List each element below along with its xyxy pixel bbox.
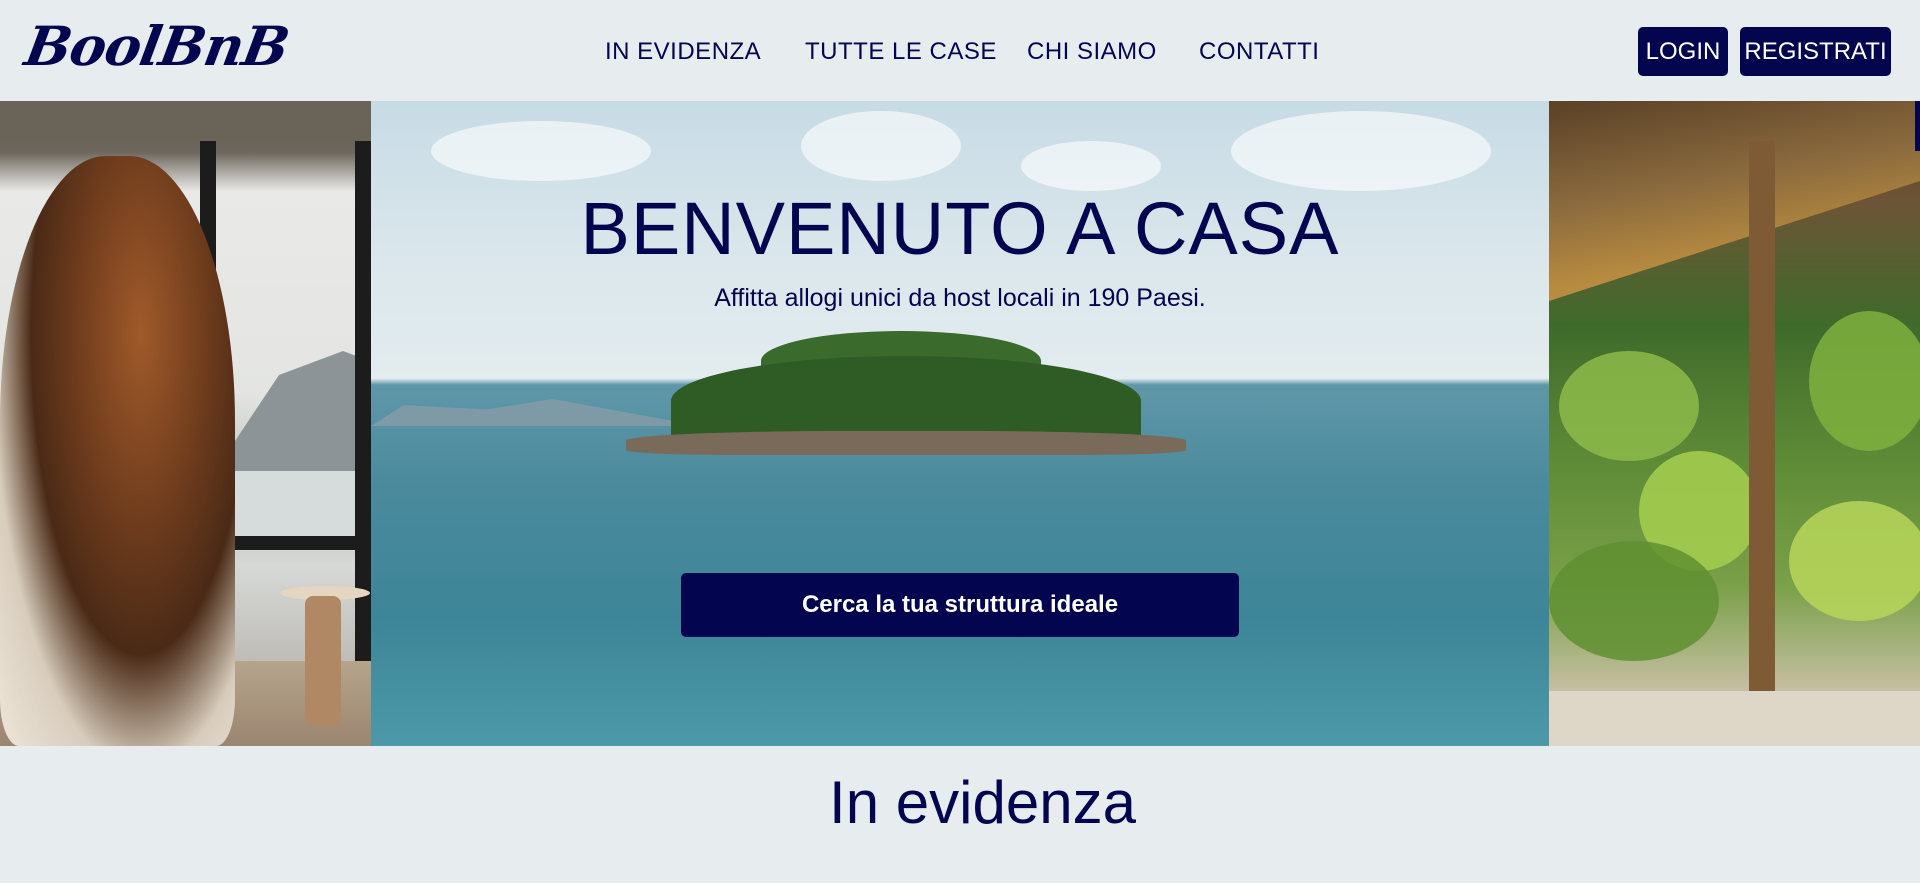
hero-subtitle: Affitta allogi unici da host locali in 1…: [714, 284, 1206, 312]
nav-link-tutte-le-case[interactable]: TUTTE LE CASE: [805, 38, 997, 66]
register-button[interactable]: REGISTRATI: [1740, 27, 1891, 76]
login-button[interactable]: LOGIN: [1638, 27, 1728, 76]
nav-link-in-evidenza[interactable]: IN EVIDENZA: [605, 38, 761, 66]
site-header: BoolBnB IN EVIDENZA TUTTE LE CASE CHI SI…: [0, 0, 1920, 101]
scroll-indicator[interactable]: [1915, 101, 1920, 151]
featured-section-title: In evidenza: [829, 769, 1136, 836]
nav-link-contatti[interactable]: CONTATTI: [1199, 38, 1319, 66]
main-nav: IN EVIDENZA TUTTE LE CASE CHI SIAMO CONT…: [0, 38, 1920, 68]
search-structure-button[interactable]: Cerca la tua struttura ideale: [681, 573, 1239, 637]
nav-link-chi-siamo[interactable]: CHI SIAMO: [1027, 38, 1157, 66]
hero-banner: BENVENUTO A CASA Affitta allogi unici da…: [0, 101, 1920, 746]
hero-title: BENVENUTO A CASA: [580, 187, 1340, 270]
